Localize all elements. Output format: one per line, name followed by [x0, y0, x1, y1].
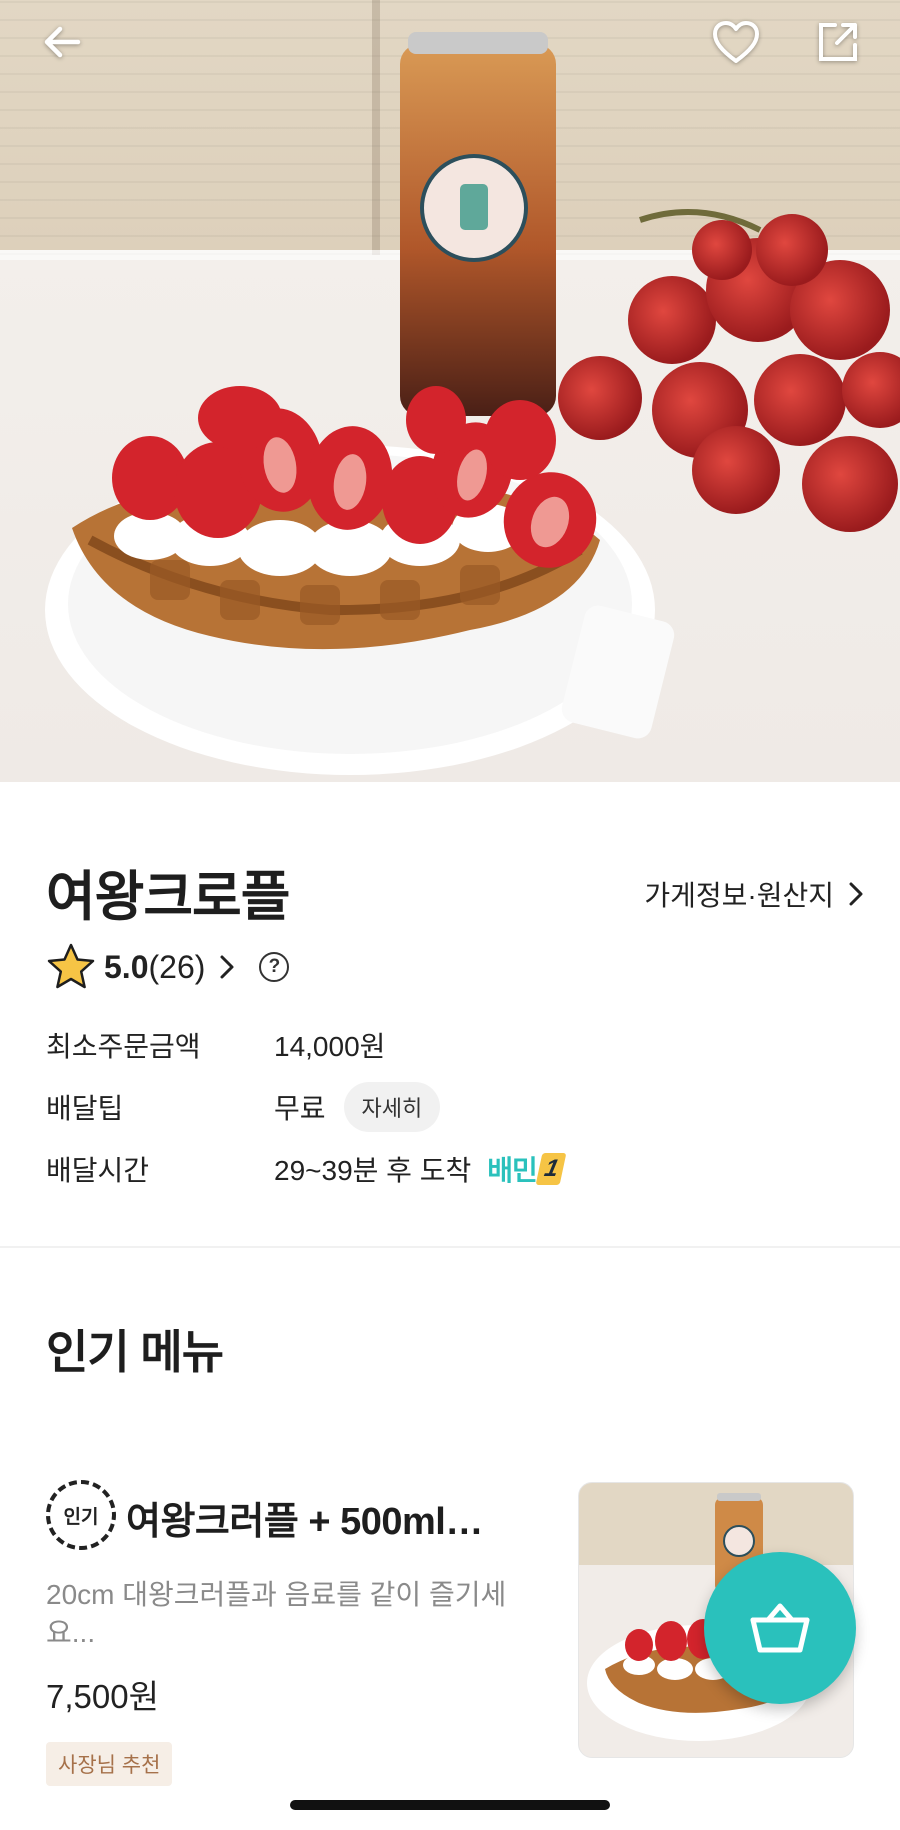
basket-icon [750, 1603, 810, 1653]
store-hero-image [0, 0, 900, 782]
food-photo [45, 32, 900, 775]
delivery-tip-label: 배달팁 [46, 1093, 124, 1124]
delivery-time-value: 29~39분 후 도착 [274, 1155, 472, 1186]
store-name: 여왕크로플 [46, 867, 290, 927]
delivery-tip-row: 배달팁 무료 자세히 [46, 1082, 441, 1132]
share-button[interactable] [806, 10, 870, 74]
store-info-origin-link[interactable]: 가게정보·원산지 [644, 874, 864, 914]
baemin-badge-number: 1 [535, 1153, 567, 1185]
back-button[interactable] [30, 10, 94, 74]
menu-item-price: 7,500원 [46, 1678, 159, 1715]
section-divider [0, 1246, 900, 1248]
store-info-link-label: 가게정보·원산지 [644, 880, 834, 911]
rating-help-icon[interactable]: ? [259, 952, 290, 982]
chevron-right-icon [849, 882, 863, 906]
share-external-icon [819, 23, 857, 61]
home-indicator [290, 1800, 610, 1810]
reviews-chevron-right-icon[interactable] [219, 954, 235, 980]
rating-row: 5.0 (26) ? [46, 940, 290, 994]
favorite-button[interactable] [704, 10, 768, 74]
owner-recommend-tag: 사장님 추천 [46, 1742, 173, 1786]
menu-item-description: 20cm 대왕크러플과 음료를 같이 즐기세요... [46, 1579, 507, 1648]
popular-badge: 인기 [46, 1480, 116, 1550]
delivery-time-row: 배달시간 29~39분 후 도착 배민 1 [46, 1144, 567, 1194]
review-count[interactable]: (26) [148, 949, 205, 986]
cart-button[interactable] [704, 1552, 856, 1704]
delivery-time-label: 배달시간 [46, 1155, 150, 1186]
delivery-tip-detail-button[interactable]: 자세히 [343, 1082, 441, 1132]
star-icon [47, 943, 95, 989]
rating-score: 5.0 [104, 948, 149, 985]
heart-outline-icon [713, 21, 759, 63]
menu-item-name: 여왕크러플 + 500ml… [126, 1501, 483, 1543]
baemin-one-badge: 배민 1 [487, 1149, 567, 1189]
min-order-label: 최소주문금액 [46, 1031, 201, 1062]
arrow-left-icon [44, 26, 81, 58]
baemin-badge-text: 배민 [487, 1155, 538, 1186]
min-order-row: 최소주문금액 14,000원 [46, 1020, 385, 1070]
min-order-value: 14,000원 [274, 1031, 386, 1062]
popular-menu-title: 인기 메뉴 [46, 1326, 224, 1378]
delivery-tip-value: 무료 [274, 1093, 326, 1124]
